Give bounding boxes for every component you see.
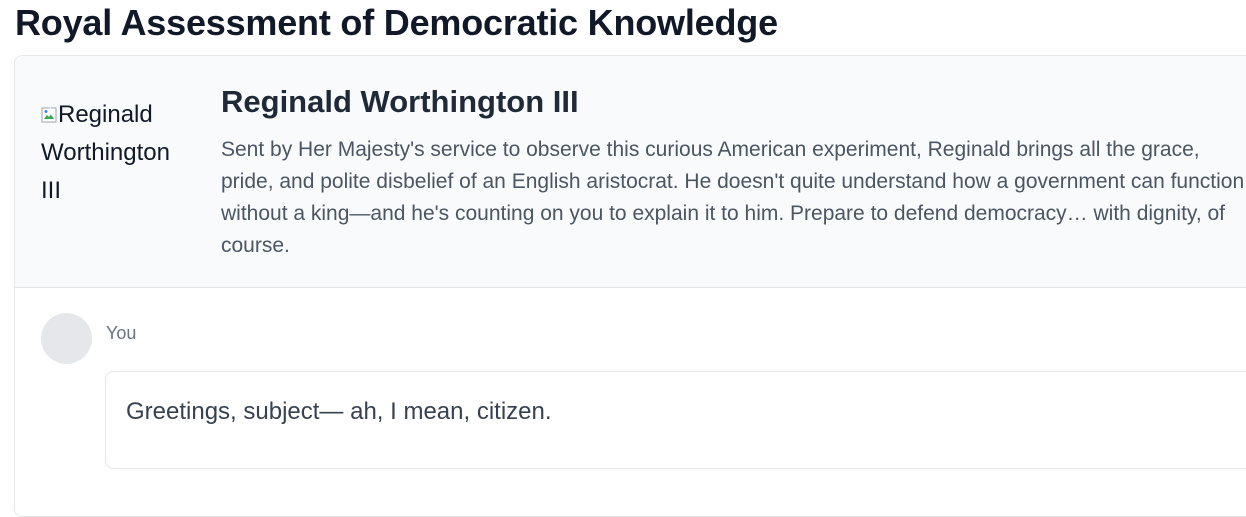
message-text: Greetings, subject— ah, I mean, citizen.	[126, 398, 552, 425]
broken-image-icon	[41, 107, 57, 123]
message-list: You Greetings, subject— ah, I mean, citi…	[15, 288, 1246, 516]
character-description: Sent by Her Majesty's service to observe…	[221, 138, 1245, 257]
chat-card: Reginald Worthington III Reginald Worthi…	[14, 55, 1246, 517]
character-name: Reginald Worthington III	[221, 84, 579, 119]
user-avatar	[41, 313, 92, 364]
avatar-alt-text: Reginald Worthington III	[41, 101, 170, 204]
message-sender: You	[106, 323, 137, 343]
page-title: Royal Assessment of Democratic Knowledge	[15, 2, 778, 43]
character-header: Reginald Worthington III Reginald Worthi…	[15, 56, 1246, 288]
message-bubble: Greetings, subject— ah, I mean, citizen.	[105, 371, 1246, 469]
character-avatar: Reginald Worthington III	[41, 96, 191, 210]
